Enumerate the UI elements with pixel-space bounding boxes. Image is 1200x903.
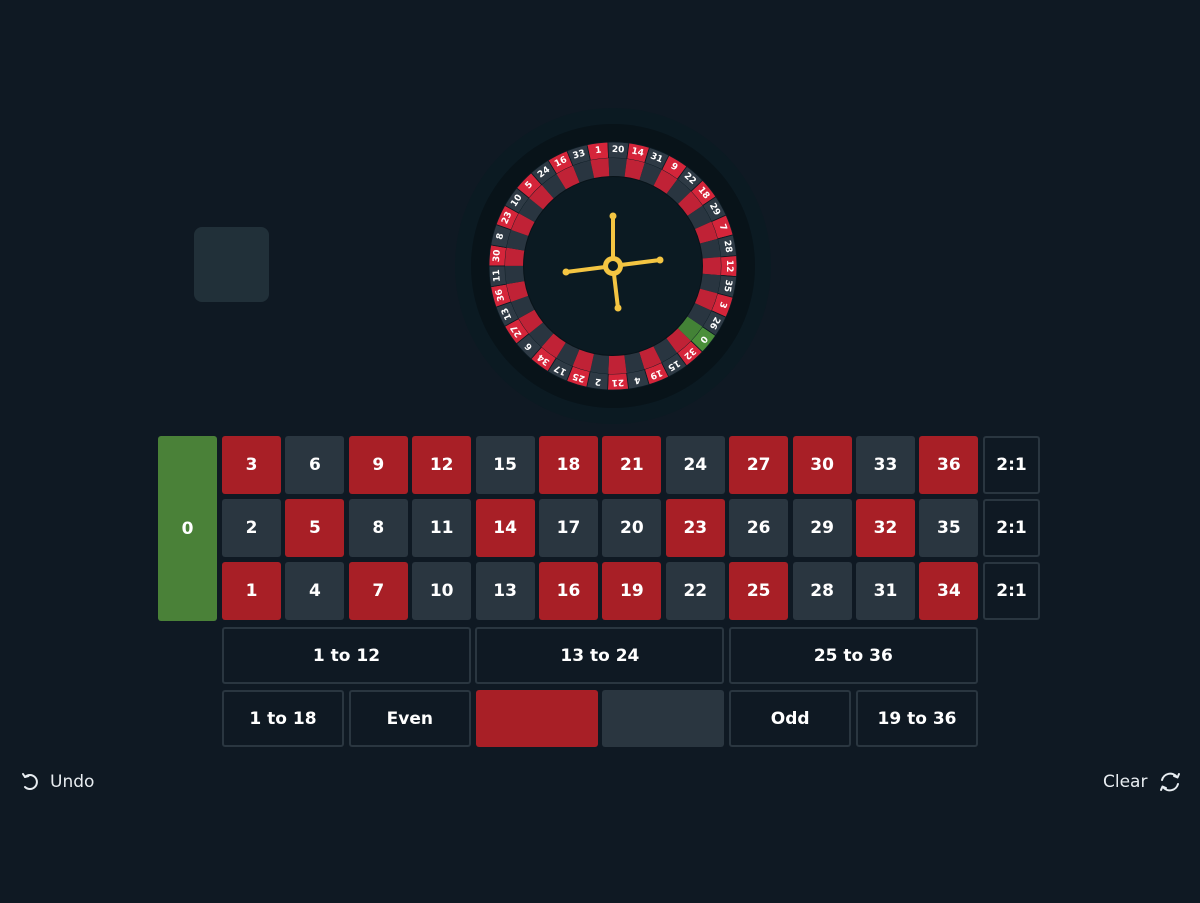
bet-number-16[interactable]: 16 [539, 562, 598, 620]
bet-column-3[interactable]: 2:1 [983, 562, 1040, 620]
spinner-hub-center [608, 261, 618, 271]
wheel-pocket-number: 20 [612, 145, 625, 156]
spinner-arm-tip [562, 268, 570, 276]
wheel-pocket-number: 12 [724, 260, 734, 273]
bet-number-3[interactable]: 3 [222, 436, 281, 494]
bet-dozen-2[interactable]: 13 to 24 [475, 627, 725, 684]
wheel-pocket-number: 21 [611, 377, 624, 388]
clear-button[interactable]: Clear [1103, 768, 1183, 796]
bet-number-30[interactable]: 30 [792, 436, 852, 494]
bet-number-9[interactable]: 9 [348, 436, 408, 494]
undo-label: Undo [50, 772, 95, 792]
spinner-arm-tip [656, 256, 664, 264]
bet-number-25[interactable]: 25 [729, 562, 789, 620]
bet-column-2[interactable]: 2:1 [983, 499, 1040, 557]
undo-button[interactable]: Undo [20, 768, 94, 796]
spinner-arm-tip [614, 304, 622, 312]
wheel-pocket-number: 2 [594, 376, 601, 387]
bet-number-11[interactable]: 11 [412, 499, 472, 557]
wheel-inner-pocket [505, 247, 525, 266]
wheel-inner-pocket [505, 265, 525, 285]
bet-number-28[interactable]: 28 [792, 562, 852, 620]
bet-1-to-18[interactable]: 1 to 18 [222, 690, 344, 747]
spinner-arm-tip [609, 212, 617, 220]
bet-number-34[interactable]: 34 [919, 562, 979, 620]
bet-number-17[interactable]: 17 [539, 499, 598, 557]
wheel-pocket-number: 11 [492, 269, 503, 282]
bet-odd[interactable]: Odd [729, 690, 852, 747]
wheel-pocket-number: 30 [492, 249, 503, 262]
bet-number-36[interactable]: 36 [919, 436, 979, 494]
wheel-pocket-number: 28 [721, 240, 733, 254]
bet-number-21[interactable]: 21 [602, 436, 662, 494]
bet-number-13[interactable]: 13 [475, 562, 535, 620]
wheel-pocket-number: 35 [721, 279, 733, 293]
bet-number-32[interactable]: 32 [856, 499, 915, 557]
bet-number-1[interactable]: 1 [222, 562, 281, 620]
bet-number-12[interactable]: 12 [412, 436, 472, 494]
bet-number-20[interactable]: 20 [602, 499, 662, 557]
bet-number-5[interactable]: 5 [285, 499, 345, 557]
bet-number-18[interactable]: 18 [539, 436, 598, 494]
bet-dozen-1[interactable]: 1 to 12 [222, 627, 471, 684]
bet-number-29[interactable]: 29 [792, 499, 852, 557]
bet-number-22[interactable]: 22 [665, 562, 725, 620]
bet-number-27[interactable]: 27 [729, 436, 789, 494]
bet-number-4[interactable]: 4 [285, 562, 345, 620]
bet-even[interactable]: Even [348, 690, 471, 747]
wheel-pocket-number: 1 [595, 146, 602, 157]
bet-dozen-3[interactable]: 25 to 36 [728, 627, 978, 684]
wheel-inner-pocket [608, 355, 627, 374]
wheel-inner-pocket [702, 256, 721, 276]
bet-column-1[interactable]: 2:1 [983, 436, 1040, 494]
bet-19-to-36[interactable]: 19 to 36 [856, 690, 978, 747]
clear-label: Clear [1103, 772, 1148, 792]
bet-number-31[interactable]: 31 [856, 562, 915, 620]
bet-number-35[interactable]: 35 [919, 499, 979, 557]
bet-black[interactable] [602, 690, 725, 747]
bet-number-33[interactable]: 33 [856, 436, 915, 494]
bet-number-6[interactable]: 6 [285, 436, 345, 494]
bet-number-26[interactable]: 26 [729, 499, 789, 557]
bet-number-8[interactable]: 8 [348, 499, 408, 557]
wheel-inner-pocket [608, 158, 627, 177]
roulette-wheel: 0 32 15 19 4 21 2 25 17 34 6 27 13 36 11 30 8 23 10 5 24 16 33… [455, 108, 771, 424]
bet-number-7[interactable]: 7 [348, 562, 408, 620]
bet-number-14[interactable]: 14 [475, 499, 535, 557]
bet-number-15[interactable]: 15 [475, 436, 535, 494]
bet-number-2[interactable]: 2 [222, 499, 281, 557]
bet-number-24[interactable]: 24 [665, 436, 725, 494]
bet-number-23[interactable]: 23 [665, 499, 725, 557]
wheel-graphic: 0321519421225173462713361130823105241633… [455, 108, 771, 424]
bet-number-10[interactable]: 10 [412, 562, 472, 620]
bet-red[interactable] [475, 690, 598, 747]
refresh-icon [1157, 771, 1183, 793]
bet-zero[interactable]: 0 [158, 436, 217, 621]
undo-icon [20, 772, 40, 792]
last-result-box [194, 227, 269, 302]
bet-number-19[interactable]: 19 [602, 562, 662, 620]
